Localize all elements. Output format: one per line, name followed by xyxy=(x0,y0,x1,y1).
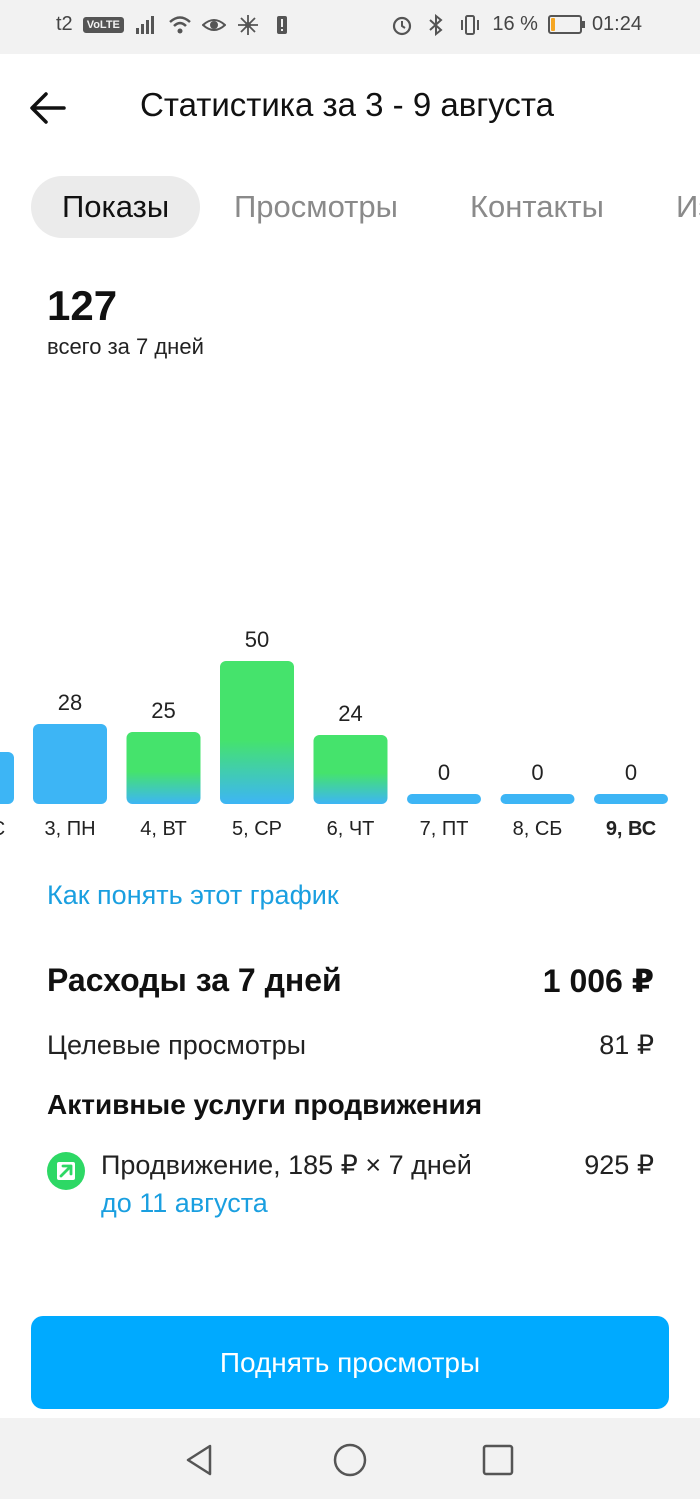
tab-contacts[interactable]: Контакты xyxy=(470,176,604,238)
page-title: Статистика за 3 - 9 августа xyxy=(140,86,554,123)
bar-value-label: 0 xyxy=(625,760,637,785)
expenses-title: Расходы за 7 дней xyxy=(47,962,342,998)
tab-more[interactable]: Из xyxy=(676,176,700,238)
bar-value-label: 24 xyxy=(338,701,362,726)
nav-recents-icon[interactable] xyxy=(478,1440,518,1480)
tab-views[interactable]: Просмотры xyxy=(234,176,398,238)
bar-value-label: 28 xyxy=(58,690,82,715)
tab-impressions[interactable]: Показы xyxy=(31,176,201,238)
bar-1 xyxy=(126,732,201,804)
total-caption: всего за 7 дней xyxy=(47,334,204,359)
day-tick-label: 6, ЧТ xyxy=(327,818,375,840)
total-count: 127 xyxy=(47,282,118,329)
eye-icon xyxy=(201,18,226,31)
bar-4 xyxy=(407,794,481,804)
active-services-title: Активные услуги продвижения xyxy=(47,1089,483,1120)
volte-badge: VoLTE xyxy=(82,16,124,33)
chart-help-link[interactable]: Как понять этот график xyxy=(47,880,339,911)
bar-6 xyxy=(594,794,668,804)
tab-bar: Показы Просмотры Контакты Из xyxy=(0,176,700,240)
brightness-icon xyxy=(237,14,258,35)
alarm-icon xyxy=(393,16,412,35)
clock: 01:24 xyxy=(591,13,642,35)
wifi-icon xyxy=(169,15,191,33)
day-tick-label: 8, СБ xyxy=(513,818,563,840)
nav-home-icon[interactable] xyxy=(330,1440,370,1480)
bluetooth-icon xyxy=(429,13,443,36)
day-tick-label: 9, ВС xyxy=(606,818,656,840)
impressions-bar-chart: С 28 3, ПН 25 4, ВТ 50 5, СР 24 6, ЧТ 0 7, ПТ 0 8, … xyxy=(0,627,668,840)
promotion-arrow-icon xyxy=(47,1152,85,1190)
target-views-value: 81 ₽ xyxy=(599,1030,654,1060)
carrier-label: t2 xyxy=(56,13,73,35)
bar-value-label: 50 xyxy=(245,627,269,652)
bar-2 xyxy=(220,661,294,804)
target-views-label: Целевые просмотры xyxy=(47,1030,307,1060)
day-tick-label: 7, ПТ xyxy=(420,818,469,840)
previous-day-tick: С xyxy=(0,818,5,840)
back-arrow-icon[interactable] xyxy=(28,90,68,126)
bar-5 xyxy=(500,794,575,804)
previous-day-bar xyxy=(0,752,14,804)
nav-back-icon[interactable] xyxy=(180,1440,220,1480)
bar-value-label: 0 xyxy=(531,760,543,785)
bar-value-label: 25 xyxy=(151,698,175,723)
day-tick-label: 3, ПН xyxy=(44,818,95,840)
promotion-description: Продвижение, 185 ₽ × 7 дней xyxy=(101,1150,472,1180)
battery-icon xyxy=(547,15,585,34)
app-header: Статистика за 3 - 9 августа xyxy=(0,54,700,160)
day-tick-label: 5, СР xyxy=(232,818,282,840)
promotion-end-date-link[interactable]: до 11 августа xyxy=(101,1188,268,1219)
battery-percent: 16 % xyxy=(492,13,538,35)
bar-0 xyxy=(33,724,107,804)
expenses-total: 1 006 ₽ xyxy=(542,963,654,999)
bar-value-label: 0 xyxy=(438,760,450,785)
alert-battery-icon xyxy=(276,15,287,34)
bar-3 xyxy=(313,735,388,804)
signal-icon xyxy=(135,15,154,34)
promotion-cost: 925 ₽ xyxy=(584,1150,654,1180)
day-tick-label: 4, ВТ xyxy=(140,818,186,840)
boost-views-button[interactable]: Поднять просмотры xyxy=(31,1316,669,1409)
vibrate-icon xyxy=(461,14,480,35)
status-bar: t2 VoLTE 16 % 01:24 xyxy=(0,0,700,54)
system-nav-bar xyxy=(0,1418,700,1499)
